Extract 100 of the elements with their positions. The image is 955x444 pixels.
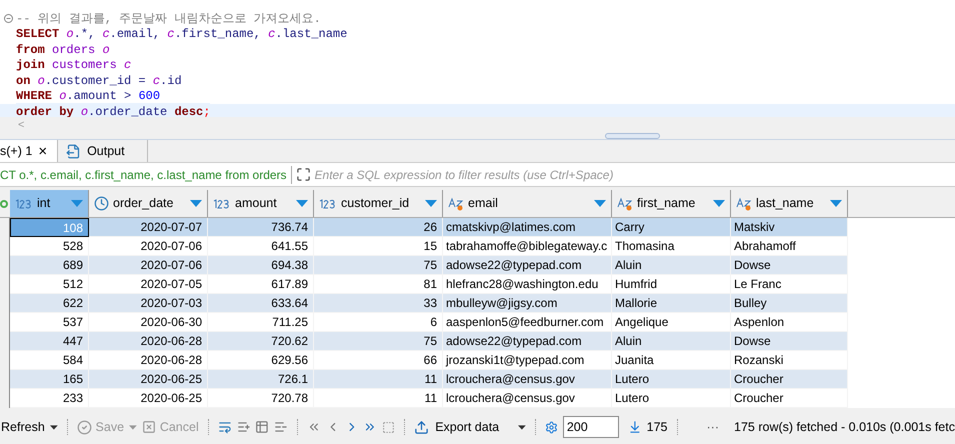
column-header[interactable]: customer_id — [314, 190, 443, 217]
export-data-button[interactable]: Export data — [414, 418, 500, 436]
table-cell: 726.1 — [208, 370, 314, 389]
table-cell: Croucher — [731, 389, 848, 408]
table-cell: 633.64 — [208, 294, 314, 313]
table-cell: Aluin — [612, 332, 731, 351]
table-cell: 617.89 — [208, 275, 314, 294]
table-cell: Bulley — [731, 294, 848, 313]
fetch-all-icon[interactable] — [628, 419, 642, 435]
table-cell: 2020-06-28 — [89, 332, 208, 351]
table-cell: 11 — [314, 370, 443, 389]
table-cell: 2020-07-03 — [89, 294, 208, 313]
numeric-type-icon — [15, 198, 33, 208]
filter-field[interactable]: Enter a SQL expression to filter results (use Ctrl+Space) — [314, 166, 955, 184]
table-cell: 711.25 — [208, 313, 314, 332]
table-cell: lcrouchera@census.gov — [443, 389, 612, 408]
table-cell: 2020-06-25 — [89, 370, 208, 389]
table-cell: 6 — [314, 313, 443, 332]
query-text: CT o.*, c.email, c.first_name, c.last_name from orders — [0, 166, 292, 184]
table-cell: 447 — [10, 332, 89, 351]
table-cell: 2020-07-05 — [89, 275, 208, 294]
table-cell: aaspenlon5@feedburner.com — [443, 313, 612, 332]
table-cell: Lutero — [612, 389, 731, 408]
table-cell: Juanita — [612, 351, 731, 370]
table-cell: Dowse — [731, 256, 848, 275]
table-cell: Croucher — [731, 370, 848, 389]
table-cell: adowse22@typepad.com — [443, 332, 612, 351]
table-cell: 528 — [10, 237, 89, 256]
table-cell: 694.38 — [208, 256, 314, 275]
status-text: 175 row(s) fetched - 0.010s (0.001s fetc — [734, 418, 955, 436]
row-count: 175 — [646, 418, 668, 436]
table-cell: Humfrid — [612, 275, 731, 294]
table-cell: 15 — [314, 237, 443, 256]
column-header[interactable]: last_name — [731, 190, 848, 217]
close-tab-icon[interactable]: × — [38, 144, 48, 158]
table-cell: 689 — [10, 256, 89, 275]
dropdown-caret-icon[interactable] — [518, 424, 526, 430]
table-cell: 233 — [10, 389, 89, 408]
table-cell: 736.74 — [208, 218, 314, 237]
row-header[interactable] — [0, 218, 10, 237]
table-cell: Aspenlon — [731, 313, 848, 332]
table-cell: 512 — [10, 275, 89, 294]
table-cell: Rozanski — [731, 351, 848, 370]
table-cell: hlefranc28@washington.edu — [443, 275, 612, 294]
table-cell: 720.62 — [208, 332, 314, 351]
table-cell: cmatskivp@latimes.com — [443, 218, 612, 237]
table-cell: Angelique — [612, 313, 731, 332]
code-line: from orders o — [16, 42, 110, 59]
text-type-icon — [448, 196, 464, 210]
column-header[interactable]: int — [10, 190, 89, 217]
table-cell: 629.56 — [208, 351, 314, 370]
table-cell: 108 — [10, 218, 89, 237]
table-cell: 622 — [10, 294, 89, 313]
table-cell: Lutero — [612, 370, 731, 389]
record-view-icon[interactable] — [382, 420, 396, 434]
output-icon — [66, 144, 82, 158]
dropdown-caret-icon[interactable] — [50, 424, 58, 430]
table-cell: Dowse — [731, 332, 848, 351]
column-header[interactable]: amount — [208, 190, 314, 217]
refresh-button[interactable]: Refresh — [0, 418, 45, 436]
more-icon[interactable]: ··· — [706, 418, 720, 436]
table-cell: 26 — [314, 218, 443, 237]
table-cell: 2020-06-25 — [89, 389, 208, 408]
code-line: -- 위의 결과를, 주문날짜 내림차순으로 가져오세요. — [16, 10, 321, 28]
column-header[interactable]: first_name — [612, 190, 731, 217]
collapse-icon[interactable] — [4, 14, 12, 24]
code-line: join customers c — [16, 57, 132, 74]
table-cell: adowse22@typepad.com — [443, 256, 612, 275]
column-header[interactable]: order_date — [89, 190, 208, 217]
close-square-icon — [142, 420, 156, 434]
fetch-size-field[interactable]: 200 — [562, 416, 619, 438]
copy-row-icon[interactable] — [255, 419, 270, 435]
table-cell: jrozanski1t@typepad.com — [443, 351, 612, 370]
table-cell: 2020-06-30 — [89, 313, 208, 332]
table-cell: 720.78 — [208, 389, 314, 408]
numeric-type-icon — [319, 198, 337, 208]
table-cell: 641.55 — [208, 237, 314, 256]
table-cell: Aluin — [612, 256, 731, 275]
table-cell: 33 — [314, 294, 443, 313]
table-cell: 11 — [314, 389, 443, 408]
table-cell: Carry — [612, 218, 731, 237]
table-cell: 2020-06-28 — [89, 351, 208, 370]
numeric-type-icon — [213, 198, 231, 208]
row-marker-icon — [0, 200, 8, 208]
table-cell: tabrahamoffe@biblegateway.c — [443, 237, 612, 256]
table-cell: 75 — [314, 332, 443, 351]
code-line: on o.customer_id = c.id — [16, 72, 182, 90]
settings-icon[interactable] — [544, 420, 558, 434]
table-cell: 165 — [10, 370, 89, 389]
table-cell: 584 — [10, 351, 89, 370]
result-tab[interactable]: s(+) 1 × — [0, 140, 58, 162]
expand-icon[interactable] — [296, 167, 311, 182]
table-cell: lcrouchera@census.gov — [443, 370, 612, 389]
code-line: SELECT o.*, c.email, c.first_name, c.last_name — [16, 26, 348, 44]
clock-icon — [94, 196, 109, 211]
table-cell: 2020-07-06 — [89, 237, 208, 256]
sash-handle[interactable] — [605, 133, 660, 139]
table-cell: 2020-07-06 — [89, 256, 208, 275]
column-header[interactable]: email — [443, 190, 612, 217]
table-cell: Matskiv — [731, 218, 848, 237]
